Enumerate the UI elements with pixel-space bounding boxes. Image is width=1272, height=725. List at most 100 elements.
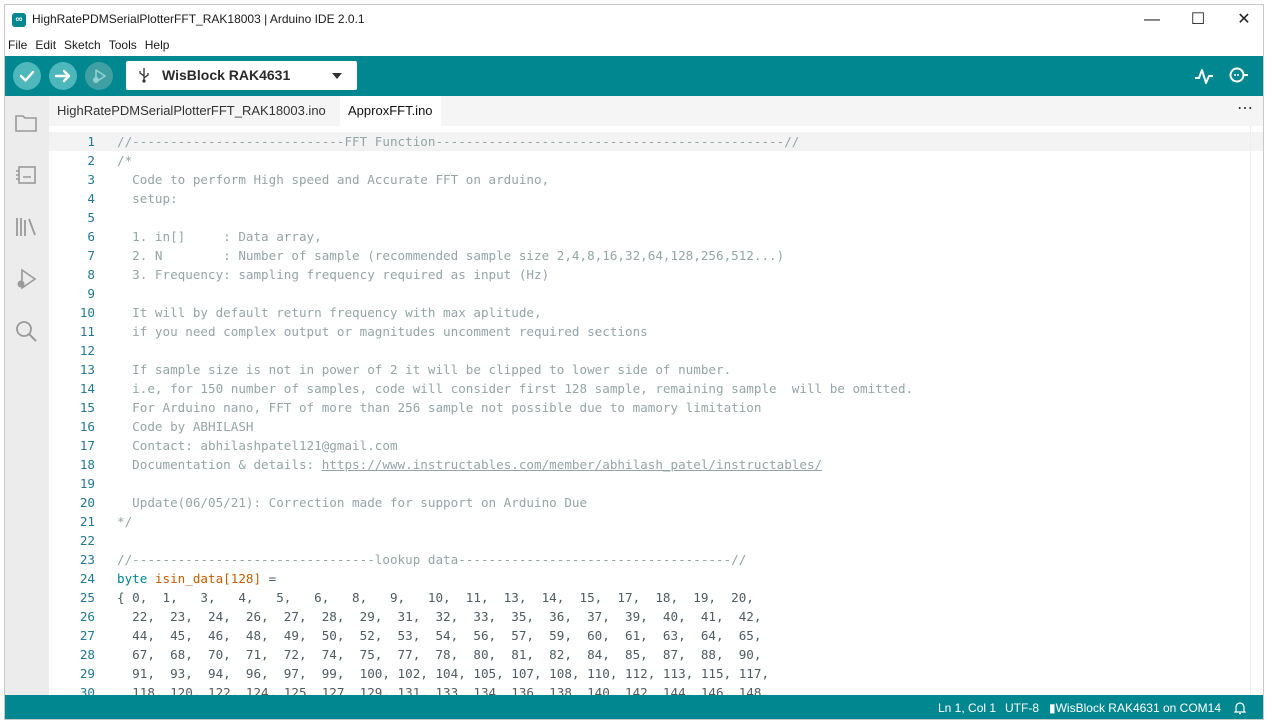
cursor-position[interactable]: Ln 1, Col 1 xyxy=(938,701,996,715)
maximize-icon[interactable]: ☐ xyxy=(1175,5,1221,35)
code-text: If sample size is not in power of 2 it w… xyxy=(117,362,732,377)
menu-file[interactable]: File xyxy=(5,36,30,52)
operator: = xyxy=(261,571,277,586)
code-text: */ xyxy=(117,514,133,529)
folder-icon[interactable] xyxy=(13,110,39,136)
line-number: 19 xyxy=(79,476,95,491)
code-line[interactable]: 24 byte isin_data[128] = xyxy=(49,569,1263,588)
code-line[interactable]: 2 /* xyxy=(49,151,1263,170)
code-line[interactable]: 10 It will by default return frequency w… xyxy=(49,303,1263,322)
code-text: 67, 68, 70, 71, 72, 74, 75, 77, 78, 80, … xyxy=(117,647,762,662)
bell-icon[interactable] xyxy=(1234,701,1246,715)
line-number: 29 xyxy=(79,666,95,681)
line-number: 7 xyxy=(87,248,95,263)
code-line[interactable]: 29 91, 93, 94, 96, 97, 99, 100, 102, 104… xyxy=(49,664,1263,683)
code-text: 118, 120, 122, 124, 125, 127, 129, 131, … xyxy=(117,685,770,695)
code-text: Code to perform High speed and Accurate … xyxy=(117,172,550,187)
line-number: 12 xyxy=(79,343,95,358)
magnifier-dots-icon[interactable] xyxy=(1227,65,1249,87)
code-line[interactable]: 25 { 0, 1, 3, 4, 5, 6, 8, 9, 10, 11, 13, … xyxy=(49,588,1263,607)
board-port-status[interactable]: ▮WisBlock RAK4631 on COM14 xyxy=(1049,701,1221,715)
tab-approxfft[interactable]: ApproxFFT.ino xyxy=(340,96,441,126)
title-bar: ∞ HighRatePDMSerialPlotterFFT_RAK18003 |… xyxy=(5,5,1263,35)
code-line[interactable]: 30 118, 120, 122, 124, 125, 127, 129, 13… xyxy=(49,683,1263,695)
verify-button[interactable] xyxy=(13,62,41,90)
menu-sketch[interactable]: Sketch xyxy=(61,36,104,52)
minimize-icon[interactable]: — xyxy=(1129,5,1175,35)
code-line[interactable]: 11 if you need complex output or magnitu… xyxy=(49,322,1263,341)
code-text: 3. Frequency: sampling frequency require… xyxy=(117,267,550,282)
code-line[interactable]: 18 Documentation & details: https://www.… xyxy=(49,455,1263,474)
code-line[interactable]: 22 xyxy=(49,531,1263,550)
debug-icon[interactable] xyxy=(13,266,39,292)
code-line[interactable]: 4 setup: xyxy=(49,189,1263,208)
line-number: 9 xyxy=(87,286,95,301)
close-icon[interactable]: ✕ xyxy=(1221,5,1263,35)
line-number: 5 xyxy=(87,210,95,225)
tab-highratepdmserialplotterfft[interactable]: HighRatePDMSerialPlotterFFT_RAK18003.ino xyxy=(49,96,334,126)
board-icon[interactable] xyxy=(13,162,39,188)
line-number: 25 xyxy=(79,590,95,605)
vertical-scrollbar[interactable] xyxy=(1250,126,1263,695)
code-line[interactable]: 26 22, 23, 24, 26, 27, 28, 29, 31, 32, 3… xyxy=(49,607,1263,626)
menu-help[interactable]: Help xyxy=(142,36,173,52)
code-line[interactable]: 13 If sample size is not in power of 2 i… xyxy=(49,360,1263,379)
code-line[interactable]: 1 //----------------------------FFT Funct… xyxy=(49,132,1263,151)
code-text: /* xyxy=(117,153,133,168)
code-line[interactable]: 23 //--------------------------------look… xyxy=(49,550,1263,569)
code-text: 1. in[] : Data array, xyxy=(117,229,322,244)
variable-name: isin_data[128] xyxy=(154,571,262,586)
status-bar: Ln 1, Col 1 UTF-8 ▮WisBlock RAK4631 on C… xyxy=(5,695,1263,719)
code-text: 22, 23, 24, 26, 27, 28, 29, 31, 32, 33, … xyxy=(117,609,762,624)
code-text: byte isin_data[128] = xyxy=(117,569,276,588)
code-line[interactable]: 6 1. in[] : Data array, xyxy=(49,227,1263,246)
line-number: 8 xyxy=(87,267,95,282)
code-text: 2. N : Number of sample (recommended sam… xyxy=(117,248,785,263)
line-number: 1 xyxy=(87,134,95,149)
code-editor[interactable]: 1 //----------------------------FFT Funct… xyxy=(49,126,1263,695)
encoding[interactable]: UTF-8 xyxy=(1005,701,1039,715)
board-name: WisBlock RAK4631 xyxy=(162,67,291,83)
code-text: Contact: abhilashpatel121@gmail.com xyxy=(117,438,398,453)
code-line[interactable]: 12 xyxy=(49,341,1263,360)
code-line[interactable]: 21 */ xyxy=(49,512,1263,531)
tab-bar: HighRatePDMSerialPlotterFFT_RAK18003.ino… xyxy=(49,96,1263,126)
code-line[interactable]: 7 2. N : Number of sample (recommended s… xyxy=(49,246,1263,265)
line-number: 3 xyxy=(87,172,95,187)
chip-icon: ▮ xyxy=(1049,701,1056,715)
line-number: 11 xyxy=(79,324,95,339)
code-text: Documentation & details: https://www.ins… xyxy=(117,455,822,474)
code-line[interactable]: 15 For Arduino nano, FFT of more than 25… xyxy=(49,398,1263,417)
code-line[interactable]: 16 Code by ABHILASH xyxy=(49,417,1263,436)
code-line[interactable]: 17 Contact: abhilashpatel121@gmail.com xyxy=(49,436,1263,455)
code-line[interactable]: 5 xyxy=(49,208,1263,227)
code-line[interactable]: 28 67, 68, 70, 71, 72, 74, 75, 77, 78, 8… xyxy=(49,645,1263,664)
line-number: 17 xyxy=(79,438,95,453)
code-line[interactable]: 20 Update(06/05/21): Correction made for… xyxy=(49,493,1263,512)
code-text: //--------------------------------lookup… xyxy=(117,552,747,567)
menu-edit[interactable]: Edit xyxy=(32,36,59,52)
menu-tools[interactable]: Tools xyxy=(106,36,140,52)
more-icon[interactable]: ⋯ xyxy=(1237,96,1253,122)
line-number: 22 xyxy=(79,533,95,548)
line-number: 23 xyxy=(79,552,95,567)
code-line[interactable]: 9 xyxy=(49,284,1263,303)
code-line[interactable]: 27 44, 45, 46, 48, 49, 50, 52, 53, 54, 5… xyxy=(49,626,1263,645)
line-number: 16 xyxy=(79,419,95,434)
line-number: 21 xyxy=(79,514,95,529)
code-line[interactable]: 14 i.e, for 150 number of samples, code … xyxy=(49,379,1263,398)
search-icon[interactable] xyxy=(13,318,39,344)
line-number: 6 xyxy=(87,229,95,244)
documentation-link[interactable]: https://www.instructables.com/member/abh… xyxy=(322,457,822,472)
code-line[interactable]: 8 3. Frequency: sampling frequency requi… xyxy=(49,265,1263,284)
code-line[interactable]: 3 Code to perform High speed and Accurat… xyxy=(49,170,1263,189)
upload-button[interactable] xyxy=(49,62,77,90)
pulse-icon[interactable] xyxy=(1193,65,1215,87)
board-selector[interactable]: WisBlock RAK4631 xyxy=(126,61,357,90)
line-number: 10 xyxy=(79,305,95,320)
code-line[interactable]: 19 xyxy=(49,474,1263,493)
line-number: 24 xyxy=(79,571,95,586)
line-number: 28 xyxy=(79,647,95,662)
library-icon[interactable] xyxy=(13,214,39,240)
debug-button[interactable] xyxy=(85,62,113,90)
